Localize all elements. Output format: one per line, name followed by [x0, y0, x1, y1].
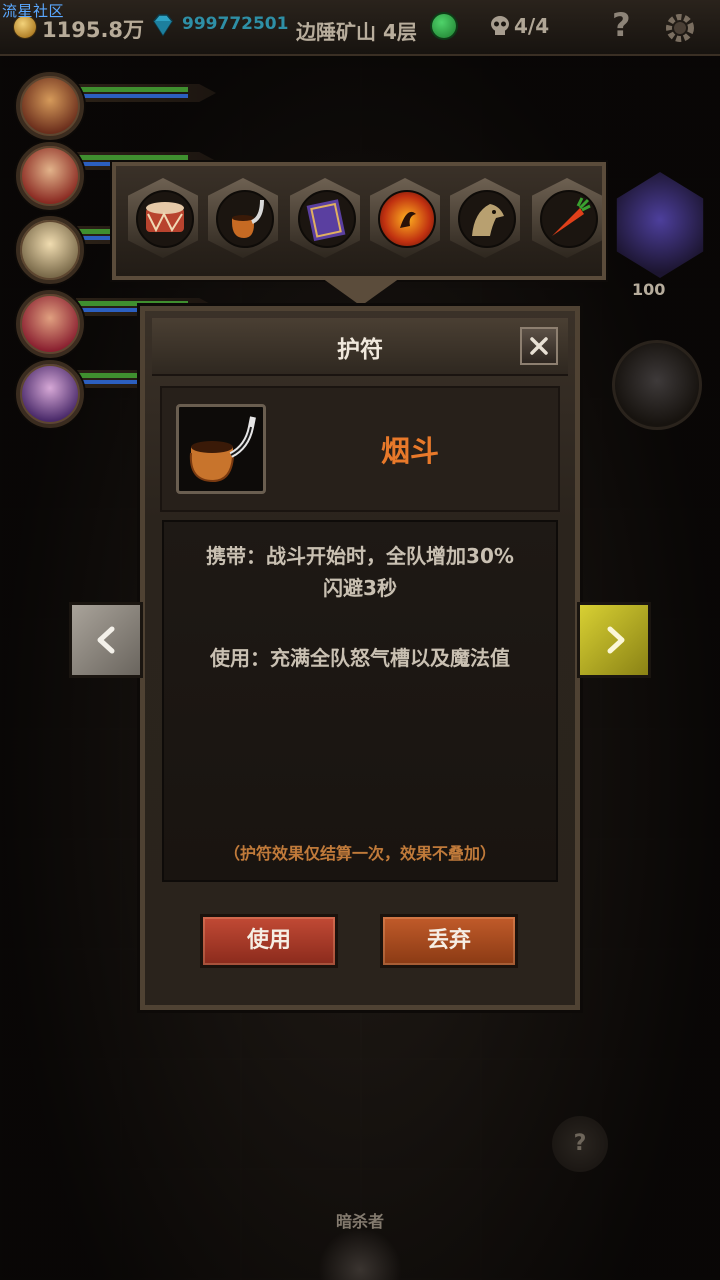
- hero-1-portrait[interactable]: [16, 72, 84, 140]
- close-button[interactable]: [520, 327, 558, 365]
- amulet-slot-3[interactable]: [290, 178, 360, 258]
- angel-counter: 100: [632, 280, 666, 299]
- carry-effect-line-1: 携带：战斗开始时，全队增加30%: [206, 544, 514, 568]
- stacking-note: （护符效果仅结算一次，效果不叠加）: [223, 844, 496, 863]
- crow-skill-icon[interactable]: [612, 340, 702, 430]
- item-name: 烟斗: [380, 434, 439, 468]
- kill-counter: 4/4: [514, 14, 550, 38]
- mood-smiley-icon[interactable]: [432, 14, 456, 38]
- chevron-left-icon: [97, 626, 115, 654]
- carrot-icon: [552, 197, 591, 236]
- amulet-slot-4[interactable]: [370, 178, 440, 258]
- next-amulet-button[interactable]: [577, 602, 651, 678]
- watermark-text: 流星社区: [2, 2, 65, 20]
- settings-gear-icon[interactable]: [662, 10, 698, 46]
- book-icon: [306, 199, 346, 242]
- top-status-bar: 1195.8万 999772501 边陲矿山 4层 4/4 ?: [0, 0, 720, 56]
- hero-4-portrait[interactable]: [16, 290, 84, 358]
- carry-effect-line-2: 闪避3秒: [323, 576, 397, 600]
- item-icon-frame: [176, 404, 266, 494]
- drum-icon: [146, 202, 184, 233]
- fire-orb-icon: [400, 211, 416, 228]
- hero-2-portrait[interactable]: [16, 142, 84, 210]
- amulet-slot-1[interactable]: [128, 178, 198, 258]
- gryphon-icon: [472, 204, 504, 236]
- amulet-slot-5[interactable]: [450, 178, 520, 258]
- hero-3-portrait[interactable]: [16, 216, 84, 284]
- pipe-icon: [232, 199, 264, 238]
- discard-button[interactable]: 丢弃: [380, 914, 518, 968]
- diamond-icon: [153, 14, 173, 37]
- help-button[interactable]: ?: [612, 6, 631, 44]
- previous-amulet-button[interactable]: [69, 602, 143, 678]
- use-effect-text: 使用：充满全队怒气槽以及魔法值: [210, 646, 510, 670]
- amulet-slot-6[interactable]: [532, 178, 602, 258]
- hero-1-status-bar: [76, 84, 216, 102]
- pipe-icon: [189, 416, 256, 483]
- bottom-help-button[interactable]: ?: [552, 1116, 608, 1172]
- carry-effect-text: 携带：战斗开始时，全队增加30% 闪避3秒: [180, 540, 540, 604]
- chevron-right-icon: [607, 626, 625, 654]
- use-button[interactable]: 使用: [200, 914, 338, 968]
- amulet-slot-2[interactable]: [208, 178, 278, 258]
- dialog-title: 护符: [337, 337, 383, 363]
- skull-icon: [491, 16, 509, 35]
- gem-amount: 999772501: [182, 14, 289, 34]
- dungeon-location: 边陲矿山 4层: [296, 20, 417, 44]
- close-icon: [530, 337, 548, 355]
- hero-5-portrait[interactable]: [16, 360, 84, 428]
- enemy-figure[interactable]: [318, 1228, 402, 1280]
